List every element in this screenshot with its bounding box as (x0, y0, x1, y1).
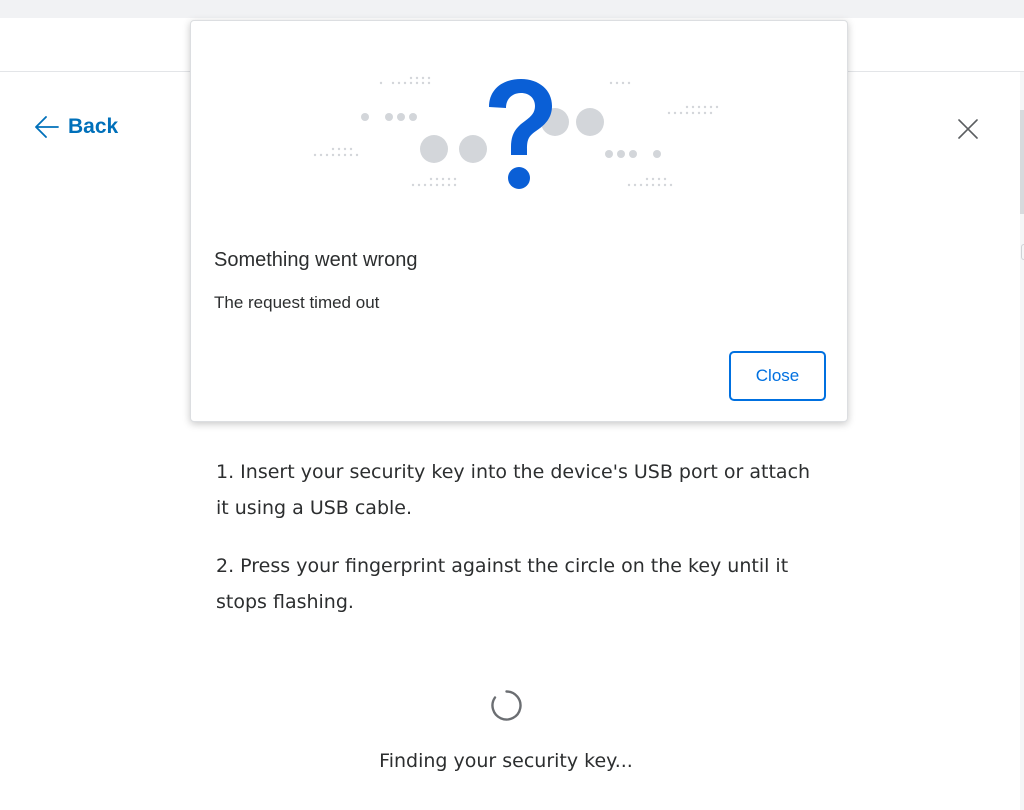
instruction-step: 1. Insert your security key into the dev… (216, 461, 811, 519)
dialog-title: Something went wrong (214, 249, 418, 271)
close-icon[interactable] (956, 117, 980, 141)
close-button[interactable]: Close (729, 351, 826, 401)
instructions: 1. Insert your security key into the dev… (216, 454, 816, 642)
instruction-step: 2. Press your fingerprint against the ci… (216, 555, 789, 613)
status-text: Finding your security key... (379, 750, 633, 772)
loading-spinner-icon (490, 689, 523, 722)
error-dialog: Something went wrong The request timed o… (190, 20, 848, 422)
dialog-message: The request timed out (214, 293, 380, 312)
arrow-left-icon (34, 114, 60, 140)
question-mark-icon (301, 71, 741, 201)
scrollbar-thumb[interactable] (1020, 110, 1024, 214)
back-label: Back (68, 115, 119, 138)
top-strip (0, 0, 1024, 18)
back-link[interactable]: Back (34, 114, 118, 140)
